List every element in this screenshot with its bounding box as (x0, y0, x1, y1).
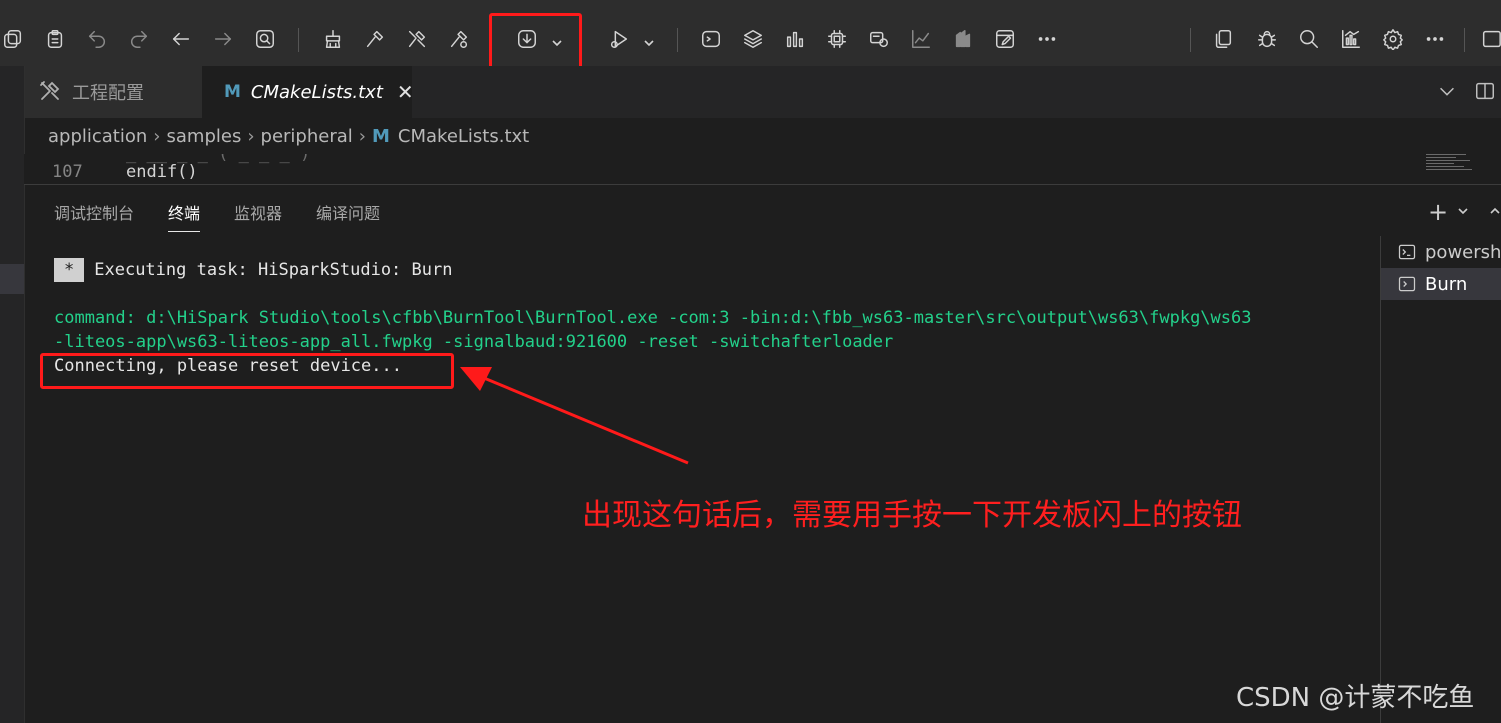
search-file-icon[interactable] (252, 26, 278, 52)
burn-button-highlight (489, 13, 582, 71)
add-terminal-icon[interactable]: + (1428, 198, 1448, 226)
menu-bar (0, 0, 1501, 14)
redo-icon[interactable] (126, 26, 152, 52)
chevron-down-icon-2[interactable] (643, 34, 655, 47)
stack-icon[interactable] (950, 26, 976, 52)
breadcrumb-item[interactable]: peripheral (261, 126, 353, 147)
line-number: 107 (52, 162, 83, 182)
settings-icon[interactable] (1380, 26, 1406, 52)
line-chart-icon[interactable] (908, 26, 934, 52)
command-line-2: -liteos-app\ws63-liteos-app_all.fwpkg -s… (54, 332, 894, 352)
undo-icon[interactable] (84, 26, 110, 52)
tools-icon (38, 79, 64, 105)
breadcrumb-item[interactable]: application (48, 126, 147, 147)
tab-project-config[interactable]: 工程配置 (24, 66, 202, 118)
copy-icon[interactable] (0, 26, 26, 52)
breadcrumb-file[interactable]: CMakeLists.txt (398, 126, 529, 147)
rebuild-icon[interactable] (404, 26, 430, 52)
tab-cmakelists[interactable]: M CMakeLists.txt ✕ (202, 66, 414, 118)
cmake-icon: M (224, 82, 241, 102)
bar-chart-icon[interactable] (782, 26, 808, 52)
copy-window-icon[interactable] (1210, 26, 1236, 52)
layers-icon[interactable] (740, 26, 766, 52)
chevron-down-icon-tabs[interactable] (1436, 80, 1460, 104)
search-icon[interactable] (1296, 26, 1322, 52)
watermark: CSDN @计蒙不吃鱼 (1236, 683, 1475, 713)
panel-tabs: 调试控制台 终端 监视器 编译问题 (54, 200, 414, 232)
bug-icon[interactable] (1254, 26, 1280, 52)
forward-arrow-icon[interactable] (210, 26, 236, 52)
terminal-item-label: Burn (1425, 273, 1468, 295)
terminal-icon[interactable] (698, 26, 724, 52)
tab-monitor[interactable]: 监视器 (234, 200, 282, 232)
terminal-item-label: powershell (1425, 241, 1501, 263)
analytics-icon[interactable] (1338, 26, 1364, 52)
activity-bar (0, 66, 25, 723)
paste-icon[interactable] (42, 26, 68, 52)
terminal-item-burn[interactable]: Burn (1381, 268, 1501, 300)
terminal-list: powershell Burn (1380, 236, 1501, 723)
chevron-up-icon[interactable] (1488, 203, 1501, 222)
close-icon[interactable]: ✕ (397, 80, 414, 104)
stop-build-icon[interactable] (446, 26, 472, 52)
more-icon-2[interactable] (1422, 26, 1448, 52)
chevron-right-icon: › (153, 125, 161, 147)
cmake-icon: M (371, 125, 390, 147)
annotation-text: 出现这句话后，需要用手按一下开发板闪上的按钮 (582, 498, 1242, 533)
debug-run-icon[interactable] (606, 26, 632, 52)
status-line-highlight (40, 353, 454, 389)
tab-label: 工程配置 (72, 83, 144, 104)
command-line-1: command: d:\HiSpark Studio\tools\cfbb\Bu… (54, 308, 1252, 328)
split-editor-icon[interactable] (1474, 80, 1498, 104)
tab-build-problems[interactable]: 编译问题 (316, 200, 380, 232)
tab-label: CMakeLists.txt (250, 81, 383, 103)
code-line: endif() (126, 162, 198, 182)
build-icon[interactable] (362, 26, 388, 52)
breadcrumb-item[interactable]: samples (167, 126, 242, 147)
monitor-icon[interactable] (866, 26, 892, 52)
clean-icon[interactable] (320, 26, 346, 52)
more-icon[interactable] (1034, 26, 1060, 52)
back-arrow-icon[interactable] (168, 26, 194, 52)
minimap[interactable] (1426, 152, 1474, 182)
window-icon[interactable] (1478, 26, 1501, 52)
tab-terminal[interactable]: 终端 (168, 200, 201, 232)
edit-window-icon[interactable] (992, 26, 1018, 52)
terminal-icon (1398, 244, 1416, 260)
terminal-icon (1398, 276, 1416, 292)
breadcrumb: application › samples › peripheral › M C… (48, 118, 529, 154)
tab-debug-console[interactable]: 调试控制台 (54, 200, 134, 232)
chip-icon[interactable] (824, 26, 850, 52)
annotation-arrow (460, 367, 689, 465)
task-marker: * (54, 258, 85, 282)
code-editor[interactable]: _ __ _ _ ( _ _ _ ) 107 endif() (24, 154, 1501, 184)
terminal-item-powershell[interactable]: powershell (1381, 236, 1501, 268)
chevron-right-icon: › (247, 125, 255, 147)
editor-tabs: 工程配置 M CMakeLists.txt ✕ (0, 66, 1501, 118)
toolbar (0, 14, 1501, 66)
chevron-down-icon-terminal[interactable] (1456, 203, 1470, 222)
chevron-right-icon: › (358, 125, 366, 147)
task-line: Executing task: HiSparkStudio: Burn (94, 260, 453, 280)
